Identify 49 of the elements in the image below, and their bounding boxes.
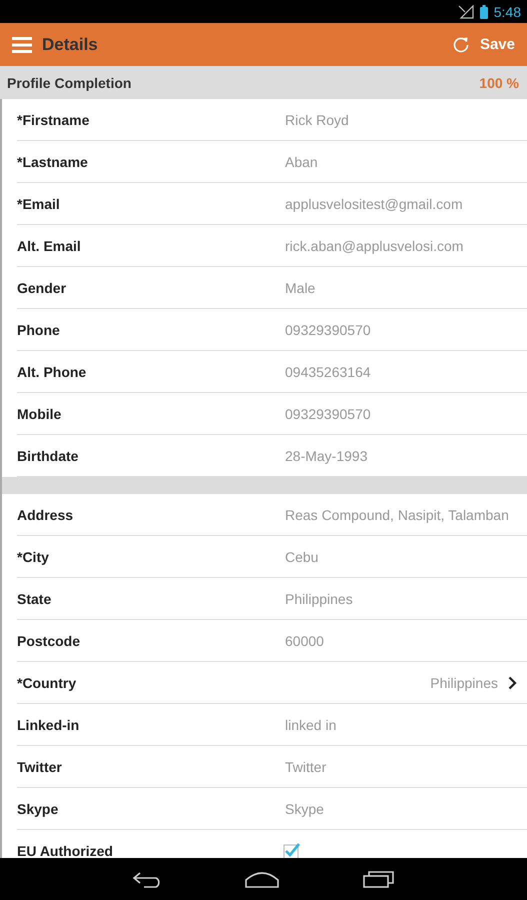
field-value[interactable]: applusvelositest@gmail.com <box>285 196 463 212</box>
field-label: *Email <box>17 196 61 212</box>
field-value[interactable]: rick.aban@applusvelosi.com <box>285 238 464 254</box>
menu-icon[interactable] <box>12 36 32 52</box>
field-label: State <box>17 590 52 606</box>
field-label: *Firstname <box>17 112 90 128</box>
battery-icon <box>480 4 488 18</box>
field-value[interactable]: Rick Royd <box>285 112 349 128</box>
checkbox[interactable] <box>283 842 301 858</box>
field-label: Address <box>17 506 74 522</box>
recent-apps-icon[interactable] <box>363 870 396 888</box>
field-label: Birthdate <box>17 448 80 464</box>
field-label: Phone <box>17 322 61 338</box>
field-label: Skype <box>17 800 60 816</box>
completion-value: 100 % <box>479 74 519 90</box>
field-label: EU Authorized <box>17 842 114 858</box>
field-label: *Lastname <box>17 154 89 170</box>
field-value[interactable]: Aban <box>285 154 318 170</box>
field-label: *Country <box>17 674 78 690</box>
home-icon[interactable] <box>245 870 280 888</box>
field-value[interactable]: 09435263164 <box>285 364 371 380</box>
field-value[interactable]: Cebu <box>285 548 318 564</box>
dropdown-value[interactable]: Philippines <box>430 674 498 690</box>
field-label: Alt. Phone <box>17 364 88 380</box>
refresh-icon[interactable] <box>452 36 470 54</box>
field-value[interactable]: 09329390570 <box>285 322 371 338</box>
field-value[interactable]: 60000 <box>285 632 324 648</box>
field-value[interactable]: Philippines <box>285 590 353 606</box>
field-label: Twitter <box>17 758 63 774</box>
field-label: Alt. Email <box>17 238 82 254</box>
field-value[interactable]: Skype <box>285 800 324 816</box>
field-value[interactable]: 09329390570 <box>285 406 371 422</box>
field-value[interactable]: Twitter <box>285 758 326 774</box>
save-button[interactable]: Save <box>448 32 519 58</box>
field-value[interactable]: linked in <box>285 716 336 732</box>
field-value[interactable]: Male <box>285 280 316 296</box>
field-label: *City <box>17 548 50 564</box>
status-time: 5:48 <box>494 4 521 20</box>
back-icon[interactable] <box>132 870 162 888</box>
field-label: Postcode <box>17 632 82 648</box>
field-label: Gender <box>17 280 68 296</box>
field-label: Mobile <box>17 406 62 422</box>
field-label: Linked-in <box>17 716 80 732</box>
field-value[interactable]: Reas Compound, Nasipit, Talamban <box>285 506 509 522</box>
chevron-right-icon[interactable] <box>508 676 517 690</box>
signal-icon <box>458 4 474 18</box>
screen-title: Details <box>42 34 98 54</box>
completion-label: Profile Completion <box>7 74 132 90</box>
field-value[interactable]: 28-May-1993 <box>285 448 368 464</box>
